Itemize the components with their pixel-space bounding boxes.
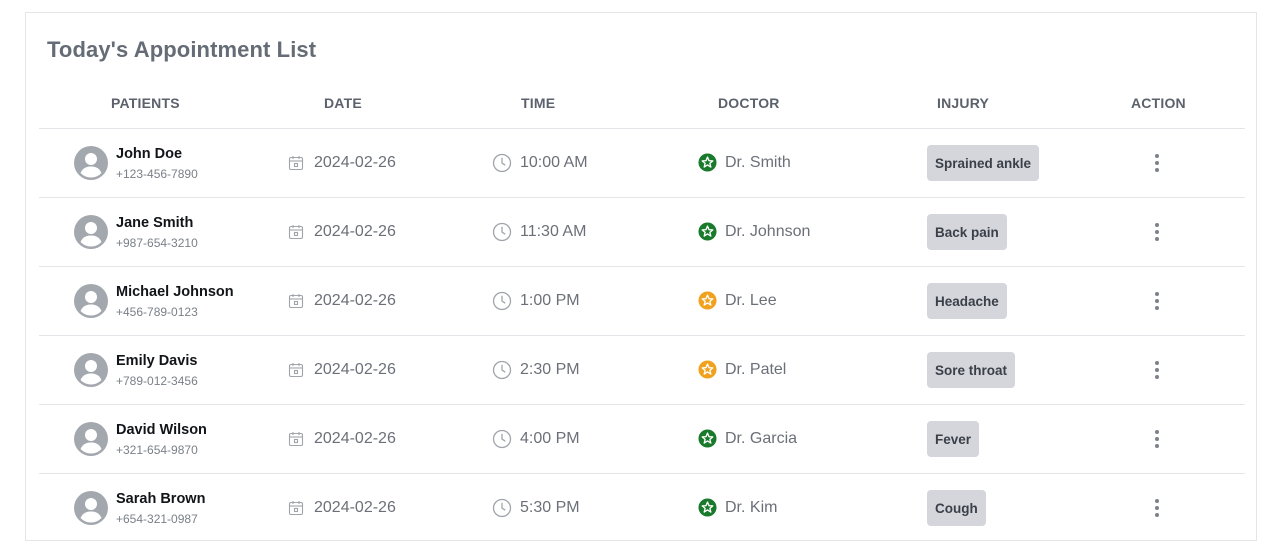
patient-phone: +789-012-3456 [116,374,198,388]
patient-name: David Wilson [116,422,207,438]
doctor-name: Dr. Lee [725,292,777,309]
injury-badge: Sprained ankle [927,145,1040,181]
more-actions-button[interactable] [1142,354,1172,386]
calendar-icon [288,155,304,171]
doctor-status-star-icon [698,153,717,172]
table-row[interactable]: John Doe +123-456-7890 2024-02-26 10:00 … [39,129,1245,198]
kebab-menu-icon [1155,430,1159,448]
appointment-date: 2024-02-26 [314,361,396,378]
appointment-date: 2024-02-26 [314,499,396,516]
appointment-time: 4:00 PM [520,430,580,447]
clock-icon [492,222,512,242]
table-row[interactable]: David Wilson +321-654-9870 2024-02-26 4:… [39,405,1245,474]
doctor-name: Dr. Smith [725,154,791,171]
patient-phone: +321-654-9870 [116,443,198,457]
table-row[interactable]: Michael Johnson +456-789-0123 2024-02-26… [39,267,1245,336]
clock-icon [492,429,512,449]
appointment-time: 11:30 AM [520,223,587,240]
kebab-menu-icon [1155,154,1159,172]
avatar-icon [74,215,108,249]
kebab-menu-icon [1155,223,1159,241]
doctor-status-star-icon [698,498,717,517]
column-header-injury: INJURY [937,95,990,111]
patient-name: Emily Davis [116,353,198,369]
column-header-doctor: DOCTOR [718,95,780,111]
patient-phone: +654-321-0987 [116,512,198,526]
appointment-time: 1:00 PM [520,292,580,309]
kebab-menu-icon [1155,361,1159,379]
avatar-icon [74,491,108,525]
more-actions-button[interactable] [1142,285,1172,317]
injury-badge: Cough [927,490,986,526]
clock-icon [492,498,512,518]
appointment-time: 10:00 AM [520,154,588,171]
avatar-icon [74,422,108,456]
patient-phone: +456-789-0123 [116,305,198,319]
calendar-icon [288,431,304,447]
appointment-date: 2024-02-26 [314,223,396,240]
more-actions-button[interactable] [1142,423,1172,455]
calendar-icon [288,500,304,516]
doctor-name: Dr. Kim [725,499,778,516]
column-header-time: TIME [521,95,556,111]
patient-name: Michael Johnson [116,284,234,300]
table-row[interactable]: Jane Smith +987-654-3210 2024-02-26 11:3… [39,198,1245,267]
patient-name: John Doe [116,146,183,162]
avatar-icon [74,284,108,318]
doctor-status-star-icon [698,429,717,448]
doctor-status-star-icon [698,360,717,379]
kebab-menu-icon [1155,292,1159,310]
clock-icon [492,291,512,311]
column-header-patients: PATIENTS [111,95,180,111]
calendar-icon [288,362,304,378]
injury-badge: Headache [927,283,1007,319]
appointment-card: Today's Appointment List PATIENTS DATE T… [25,12,1257,541]
more-actions-button[interactable] [1142,492,1172,524]
doctor-status-star-icon [698,291,717,310]
doctor-name: Dr. Garcia [725,430,798,447]
patient-name: Sarah Brown [116,491,206,507]
table-row[interactable]: Emily Davis +789-012-3456 2024-02-26 2:3… [39,336,1245,405]
calendar-icon [288,293,304,309]
injury-badge: Back pain [927,214,1007,250]
doctor-status-star-icon [698,222,717,241]
clock-icon [492,153,512,173]
appointment-time: 5:30 PM [520,499,580,516]
appointment-date: 2024-02-26 [314,430,396,447]
patient-phone: +123-456-7890 [116,167,198,181]
avatar-icon [74,353,108,387]
patient-phone: +987-654-3210 [116,236,198,250]
table-header: PATIENTS DATE TIME DOCTOR INJURY ACTION [39,89,1245,129]
doctor-name: Dr. Patel [725,361,787,378]
column-header-action: ACTION [1131,95,1186,111]
kebab-menu-icon [1155,499,1159,517]
injury-badge: Sore throat [927,352,1016,388]
clock-icon [492,360,512,380]
column-header-date: DATE [324,95,362,111]
patient-name: Jane Smith [116,215,194,231]
appointment-date: 2024-02-26 [314,154,396,171]
injury-badge: Fever [927,421,980,457]
more-actions-button[interactable] [1142,147,1172,179]
table-row[interactable]: Sarah Brown +654-321-0987 2024-02-26 5:3… [39,474,1245,543]
more-actions-button[interactable] [1142,216,1172,248]
doctor-name: Dr. Johnson [725,223,811,240]
avatar-icon [74,146,108,180]
appointment-date: 2024-02-26 [314,292,396,309]
page-title: Today's Appointment List [47,37,317,62]
calendar-icon [288,224,304,240]
appointment-table-body: John Doe +123-456-7890 2024-02-26 10:00 … [39,129,1245,543]
appointment-time: 2:30 PM [520,361,580,378]
